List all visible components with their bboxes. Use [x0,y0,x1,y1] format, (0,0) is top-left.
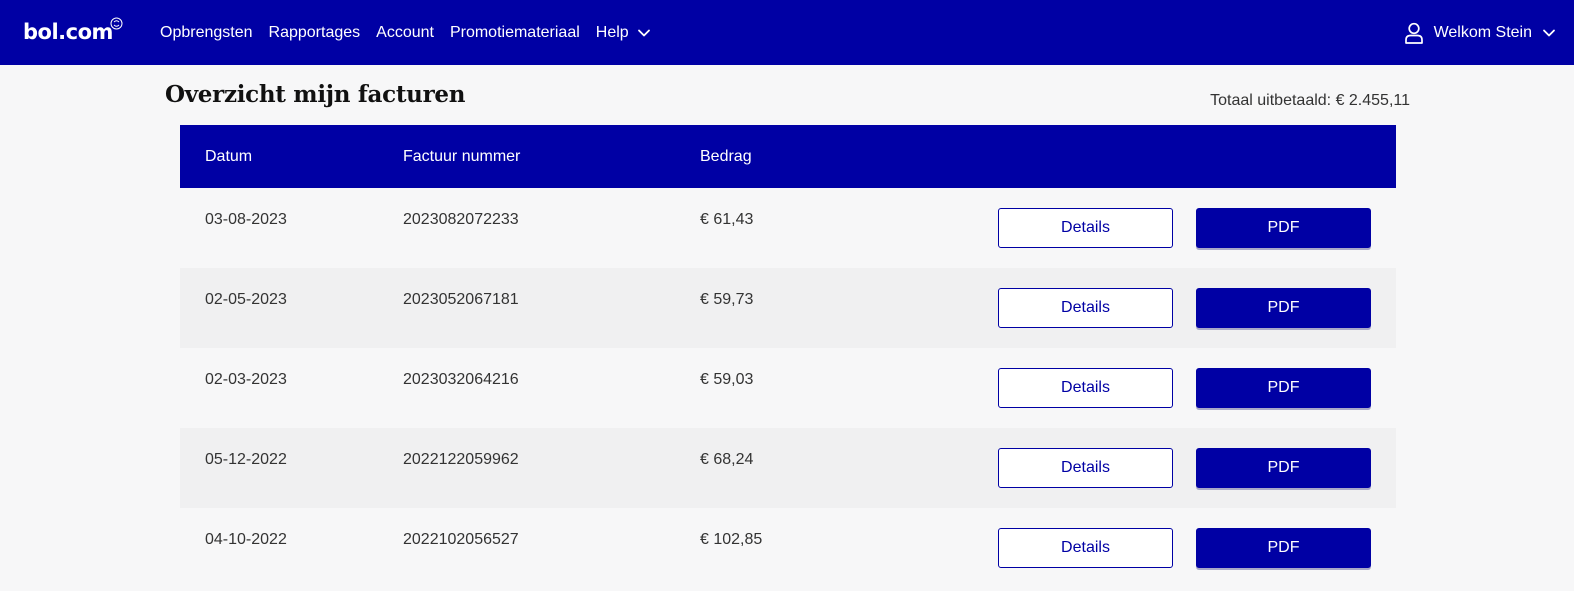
user-menu[interactable]: Welkom Stein [1404,0,1556,65]
chevron-down-icon [637,29,650,36]
invoice-amount: € 59,73 [700,291,754,308]
details-button[interactable]: Details [998,448,1173,488]
invoice-amount: € 102,85 [700,531,763,548]
invoice-date: 02-03-2023 [205,371,287,388]
chevron-down-icon [1543,29,1555,36]
invoice-date: 04-10-2022 [205,531,287,548]
table-row: 04-10-2022 2022102056527 € 102,85 Detail… [180,508,1396,588]
pdf-button[interactable]: PDF [1196,368,1371,408]
table-row: 03-08-2023 2023082072233 € 61,43 Details… [180,188,1396,268]
table-row: 05-12-2022 2022122059962 € 68,24 Details… [180,428,1396,508]
nav-item-help[interactable]: Help [596,24,651,42]
nav-item-account[interactable]: Account [376,24,434,42]
page-title: Overzicht mijn facturen [165,81,466,108]
nav-item-label: Rapportages [268,23,361,41]
pdf-button[interactable]: PDF [1196,208,1371,248]
nav-item-opbrengsten[interactable]: Opbrengsten [160,24,253,42]
pdf-button[interactable]: PDF [1196,528,1371,568]
user-greeting: Welkom Stein [1433,23,1532,41]
table-row: 02-03-2023 2023032064216 € 59,03 Details… [180,348,1396,428]
invoice-amount: € 61,43 [700,211,754,228]
invoice-date: 03-08-2023 [205,211,287,228]
user-icon [1404,22,1423,44]
logo-mark-icon [110,17,123,30]
invoice-number: 2023082072233 [403,211,519,228]
details-button[interactable]: Details [998,368,1173,408]
invoice-amount: € 68,24 [700,451,754,468]
table-row: 02-05-2023 2023052067181 € 59,73 Details… [180,268,1396,348]
main-nav: Opbrengsten Rapportages Account Promotie… [160,0,667,65]
invoice-number: 2023032064216 [403,371,519,388]
details-button[interactable]: Details [998,288,1173,328]
invoice-date: 05-12-2022 [205,451,287,468]
bol-logo[interactable]: bol.com [23,19,113,45]
invoices-table: Datum Factuur nummer Bedrag 03-08-2023 2… [180,125,1396,588]
column-header-amount: Bedrag [700,148,752,165]
details-button[interactable]: Details [998,528,1173,568]
invoice-number: 2022122059962 [403,451,519,468]
nav-item-promotiemateriaal[interactable]: Promotiemateriaal [450,24,580,42]
column-header-number: Factuur nummer [403,148,521,165]
total-paid: Totaal uitbetaald: € 2.455,11 [1210,92,1410,109]
invoice-date: 02-05-2023 [205,291,287,308]
top-navigation-bar: bol.com Opbrengsten Rapportages Account … [0,0,1574,65]
table-header: Datum Factuur nummer Bedrag [180,125,1396,188]
nav-item-label: Opbrengsten [160,23,253,41]
details-button[interactable]: Details [998,208,1173,248]
pdf-button[interactable]: PDF [1196,288,1371,328]
nav-item-label: Help [595,23,629,41]
nav-item-label: Promotiemateriaal [449,23,580,41]
invoice-amount: € 59,03 [700,371,754,388]
column-header-date: Datum [205,148,253,165]
nav-item-label: Account [376,23,434,41]
pdf-button[interactable]: PDF [1196,448,1371,488]
nav-item-rapportages[interactable]: Rapportages [269,24,361,42]
invoice-number: 2022102056527 [403,531,519,548]
invoice-number: 2023052067181 [403,291,519,308]
